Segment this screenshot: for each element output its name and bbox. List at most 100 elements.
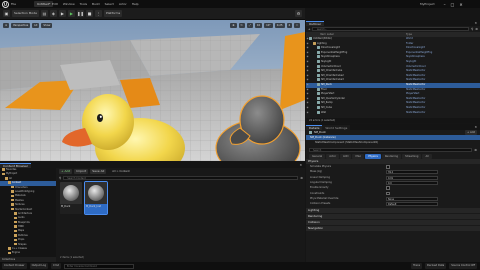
- derived-data-button[interactable]: Derived Data: [425, 263, 447, 269]
- folder-tree-item[interactable]: Engine: [0, 251, 56, 255]
- tab-world-settings[interactable]: World Settings: [322, 124, 351, 130]
- property-value[interactable]: Default: [386, 202, 438, 207]
- menu-edit[interactable]: Edit: [52, 2, 58, 6]
- details-filter-tab[interactable]: All: [422, 153, 432, 159]
- pause-icon[interactable]: ❚❚: [76, 10, 84, 17]
- details-filter-tab[interactable]: Actor: [326, 153, 340, 159]
- folder-icon: [8, 247, 11, 250]
- folder-icon: [14, 216, 17, 220]
- folder-label: Meshes: [15, 198, 24, 202]
- selection-mode-button[interactable]: Selection Mode: [12, 10, 39, 17]
- add-content-button[interactable]: + Add: [59, 169, 73, 174]
- property-value[interactable]: 39.2: [386, 170, 438, 175]
- folder-label: Engine: [12, 251, 20, 255]
- section-navigation[interactable]: Navigation: [306, 226, 480, 231]
- folder-icon: [8, 181, 11, 184]
- folder-icon: [11, 207, 14, 211]
- maximize-viewport-icon[interactable]: ⛶: [294, 22, 300, 28]
- add-component-button[interactable]: + Add: [464, 130, 477, 135]
- tab-details[interactable]: Details: [306, 124, 323, 130]
- content-settings-icon[interactable]: ⚙: [300, 176, 303, 180]
- menu-select[interactable]: Select: [105, 2, 114, 6]
- close-icon[interactable]: ✕: [459, 2, 462, 7]
- blueprint-icon[interactable]: ◈: [49, 10, 57, 17]
- outliner-settings-icon[interactable]: ⚙: [475, 27, 478, 31]
- property-value[interactable]: None: [386, 196, 438, 201]
- details-filter-tab[interactable]: Rendering: [381, 153, 402, 159]
- details-filter-tab[interactable]: LOD: [340, 153, 352, 159]
- asset-tile[interactable]: M_Duck: [60, 182, 82, 214]
- property-checkbox[interactable]: [386, 191, 390, 195]
- property-checkbox[interactable]: [386, 186, 390, 190]
- angle-snap-value[interactable]: 10°: [264, 22, 273, 28]
- trace-button[interactable]: Trace: [411, 263, 423, 269]
- actor-icon: [317, 105, 320, 109]
- content-filter-icon[interactable]: ⚲: [59, 176, 61, 180]
- tab-outliner[interactable]: Outliner: [306, 20, 325, 26]
- minimize-icon[interactable]: –: [444, 2, 446, 7]
- level-viewport[interactable]: ≡ Perspective Lit Show ✥ ↻ ⤢ 10 10° 0.25…: [0, 20, 305, 161]
- content-icon[interactable]: ▤: [40, 10, 48, 17]
- import-button[interactable]: Import: [74, 169, 89, 174]
- more-icon[interactable]: ⋮: [94, 10, 102, 17]
- details-settings-icon[interactable]: ⚙: [474, 148, 477, 152]
- menu-actor[interactable]: Actor: [119, 2, 127, 6]
- settings-icon[interactable]: ⚙: [295, 10, 302, 17]
- rotate-icon[interactable]: ↻: [238, 22, 245, 28]
- close-content-icon[interactable]: ✕: [299, 163, 302, 167]
- save-all-button[interactable]: Save All: [90, 169, 107, 174]
- details-filter-tab[interactable]: Misc: [352, 153, 365, 159]
- visibility-eye-icon[interactable]: ◉: [307, 111, 309, 116]
- content-search-input[interactable]: [63, 175, 299, 181]
- grid-snap-value[interactable]: 10: [254, 22, 263, 28]
- folder-icon: [11, 203, 14, 206]
- menu-tools[interactable]: Tools: [80, 2, 87, 6]
- asset-tile[interactable]: M_Duck_Inst: [84, 181, 108, 215]
- scale-icon[interactable]: ⤢: [246, 22, 253, 28]
- level-tab[interactable]: Untitled*: [34, 1, 54, 7]
- scale-snap-value[interactable]: 0.25: [274, 22, 285, 28]
- filter-icon[interactable]: ⚲: [471, 27, 473, 31]
- tab-content-browser[interactable]: Content Browser: [0, 162, 32, 168]
- path-breadcrumb[interactable]: All > Content: [112, 170, 129, 173]
- property-checkbox[interactable]: [386, 165, 390, 169]
- outliner-search-input[interactable]: [311, 26, 470, 32]
- show-button[interactable]: Show: [41, 22, 53, 28]
- menu-help[interactable]: Help: [132, 2, 139, 6]
- details-filter-tab[interactable]: Physics: [365, 153, 381, 159]
- close-details-icon[interactable]: ✕: [474, 125, 477, 129]
- play-icon[interactable]: ▶: [67, 10, 75, 17]
- platforms-button[interactable]: Platforms: [103, 10, 123, 17]
- details-filter-tab[interactable]: General: [309, 153, 326, 159]
- camera-speed-value[interactable]: 4: [286, 22, 293, 28]
- add-actor-icon[interactable]: +: [308, 27, 311, 31]
- folder-icon: [11, 198, 14, 202]
- menu-bar: File: [11, 1, 21, 7]
- unreal-logo[interactable]: U: [2, 1, 9, 8]
- viewport-menu-icon[interactable]: ≡: [3, 22, 10, 28]
- details-filter-tab[interactable]: Streaming: [402, 153, 422, 159]
- close-outliner-icon[interactable]: ✕: [474, 21, 477, 25]
- lit-button[interactable]: Lit: [32, 22, 40, 28]
- menu-file[interactable]: File: [11, 2, 16, 6]
- outliner-row[interactable]: ◉ Wall StaticMeshActor: [306, 110, 480, 116]
- folder-icon: [11, 185, 14, 189]
- details-panel: Details World Settings ✕ SM_Duck + Add S…: [306, 124, 480, 270]
- maximize-icon[interactable]: □: [451, 2, 455, 7]
- stop-icon[interactable]: ■: [85, 10, 93, 17]
- save-icon[interactable]: ▣: [3, 10, 10, 17]
- cinematics-icon[interactable]: ▶: [58, 10, 66, 17]
- perspective-button[interactable]: Perspective: [11, 22, 31, 28]
- folder-label: Props: [18, 238, 25, 242]
- source-control-button[interactable]: Source Control Off: [449, 263, 477, 269]
- menu-build[interactable]: Build: [92, 2, 100, 6]
- content-drawer-button[interactable]: Content Drawer: [2, 263, 27, 269]
- property-value[interactable]: 0.01: [386, 175, 438, 180]
- console-input[interactable]: [64, 263, 135, 269]
- cmd-dropdown[interactable]: Cmd: [51, 263, 62, 269]
- output-log-button[interactable]: Output Log: [29, 263, 49, 269]
- menu-window[interactable]: Window: [63, 2, 75, 6]
- translate-icon[interactable]: ✥: [230, 22, 237, 28]
- property-value[interactable]: 0.0: [386, 180, 438, 185]
- details-search-input[interactable]: [309, 147, 473, 153]
